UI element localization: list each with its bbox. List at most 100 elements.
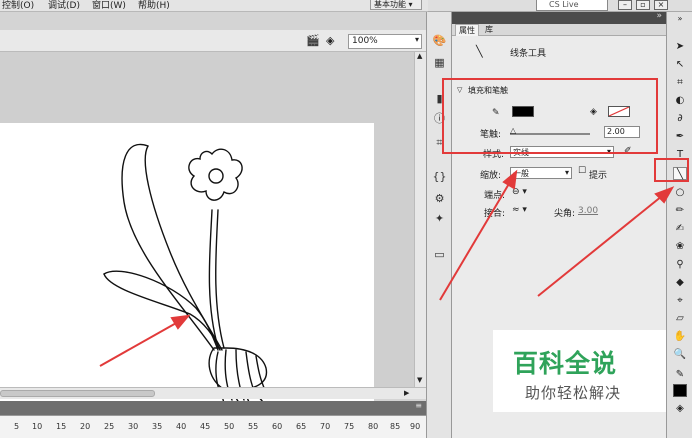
menu-help[interactable]: 帮助(H) [138,0,170,11]
menu-bar: 控制(O) 调试(D) 窗口(W) 帮助(H) [0,0,428,12]
title-bar-right: 基本功能 ▾ CS Live – ▫ × [370,0,692,12]
edit-scene-icon[interactable]: 🎬 [306,34,320,47]
restore-button[interactable]: ▫ [636,0,650,10]
hand-tool-icon[interactable]: ✋ [673,330,687,343]
pencil-tool-icon[interactable]: ✏ [673,204,687,217]
selection-tool-icon[interactable]: ➤ [673,40,687,53]
tool-name: 线条工具 [510,49,547,59]
ruler-tick: 85 [390,422,401,431]
ruler-tick: 10 [32,422,43,431]
ruler-tick: 60 [272,422,283,431]
ruler-tick: 20 [80,422,91,431]
scale-select[interactable]: 一般 ▾ [510,167,572,179]
minimize-button[interactable]: – [618,0,632,10]
cap-label: 端点: [484,191,506,201]
timeline-ruler[interactable]: 5 10 15 20 25 30 35 40 45 50 55 60 65 70… [0,415,426,438]
cap-select[interactable]: ⊖ ▾ [512,187,527,197]
bone-tool-icon[interactable]: ⚲ [673,258,687,271]
zoom-value: 100% [352,36,378,46]
collapsed-panel-strip: 🎨 ▦ ▮ ⓘ ⌗ {} ⚙ ✦ ▭ [426,12,452,438]
line-tool-icon: ╲ [476,45,483,58]
palette-icon[interactable]: 🎨 [432,34,447,47]
miter-value[interactable]: 3.00 [578,206,598,216]
miter-label: 尖角: [554,209,576,219]
ruler-tick: 5 [14,422,20,431]
collapse-icon[interactable]: » [656,11,662,21]
line-tool-icon[interactable]: ╲ [673,167,687,180]
ruler-tick: 35 [152,422,163,431]
workspace-label: 基本功能 [374,0,406,9]
panel-tabs: 属性 库 [452,24,666,36]
cs-live-search[interactable]: CS Live [536,0,608,11]
ruler-tick: 45 [200,422,211,431]
horizontal-scroll-thumb[interactable] [0,390,155,397]
pasteboard [0,52,414,423]
eraser-tool-icon[interactable]: ▱ [673,312,687,325]
ruler-tick: 75 [344,422,355,431]
ruler-tick: 80 [368,422,379,431]
ruler-tick: 40 [176,422,187,431]
watermark: 百科全说 助你轻松解决 [493,330,666,412]
vertical-scrollbar[interactable]: ▲ ▼ [414,52,426,387]
menu-window[interactable]: 窗口(W) [92,0,126,11]
menu-debug[interactable]: 调试(D) [48,0,80,11]
tab-properties[interactable]: 属性 [455,24,479,36]
components-icon[interactable]: ⚙ [432,192,447,205]
join-select[interactable]: ≈ ▾ [512,205,527,215]
deco-tool-icon[interactable]: ❀ [673,240,687,253]
stroke-color-tool-swatch[interactable] [673,384,687,397]
pen-tool-icon[interactable]: ✒ [673,130,687,143]
scale-value: 一般 [513,169,529,178]
lasso-tool-icon[interactable]: ∂ [673,112,687,125]
paint-bucket-tool-icon[interactable]: ◆ [673,276,687,289]
fill-color-tool-icon[interactable]: ◈ [673,402,687,415]
free-transform-tool-icon[interactable]: ⌗ [673,76,687,89]
brush-tool-icon[interactable]: ✍ [673,222,687,235]
flower-drawing [103,143,268,411]
join-label: 接合: [484,209,506,219]
zoom-select[interactable]: 100% ▾ [348,34,422,49]
subselection-tool-icon[interactable]: ↖ [673,58,687,71]
panel-header: » [452,11,666,24]
eyedropper-tool-icon[interactable]: ⌖ [673,294,687,307]
history-icon[interactable]: ▭ [432,248,447,261]
edit-symbol-icon[interactable]: ◈ [326,34,334,47]
scale-label: 缩放: [480,171,502,181]
ruler-tick: 90 [410,422,421,431]
workspace-switcher[interactable]: 基本功能 ▾ [370,0,422,10]
chevron-down-icon: ▾ [414,35,419,44]
motion-presets-icon[interactable]: ✦ [432,212,447,225]
stage-canvas[interactable] [0,123,374,423]
ruler-tick: 25 [104,422,115,431]
oval-tool-icon[interactable]: ○ [673,186,687,199]
timeline-header: ≡ [0,401,426,415]
panel-menu-icon[interactable]: ≡ [415,401,422,410]
chevron-down-icon: ▾ [564,168,569,177]
cs-live-label: CS Live [549,0,579,9]
tab-library[interactable]: 库 [482,24,496,36]
collapse-icon[interactable]: » [673,12,687,25]
stroke-color-tool-icon[interactable]: ✎ [673,368,687,381]
3d-rotation-tool-icon[interactable]: ◐ [673,94,687,107]
ruler-tick: 65 [296,422,307,431]
menu-control[interactable]: 控制(O) [2,0,34,11]
watermark-subtitle: 助你轻松解决 [525,384,622,402]
ruler-tick: 15 [56,422,67,431]
ruler-tick: 30 [128,422,139,431]
zoom-tool-icon[interactable]: 🔍 [673,348,687,361]
scroll-down-icon[interactable]: ▼ [417,376,422,384]
close-button[interactable]: × [654,0,668,10]
hint-checkbox[interactable]: ☐ [578,166,586,176]
ruler-tick: 55 [248,422,259,431]
scroll-up-icon[interactable]: ▲ [417,52,422,60]
highlight-fill-stroke-box [442,78,658,154]
text-tool-icon[interactable]: T [673,148,687,161]
tools-panel: » ➤ ↖ ⌗ ◐ ∂ ✒ T ╲ ○ ✏ ✍ ❀ ⚲ ◆ ⌖ ▱ ✋ 🔍 ✎ … [666,12,692,438]
ruler-tick: 50 [224,422,235,431]
scroll-right-icon[interactable]: ▶ [404,389,409,397]
code-snippet-icon[interactable]: {} [432,170,447,183]
stage-toolbar: 🎬 ◈ 100% ▾ [0,30,426,52]
horizontal-scrollbar[interactable]: ▶ [0,387,426,399]
grid-icon[interactable]: ▦ [432,56,447,69]
hint-label: 提示 [589,171,608,181]
